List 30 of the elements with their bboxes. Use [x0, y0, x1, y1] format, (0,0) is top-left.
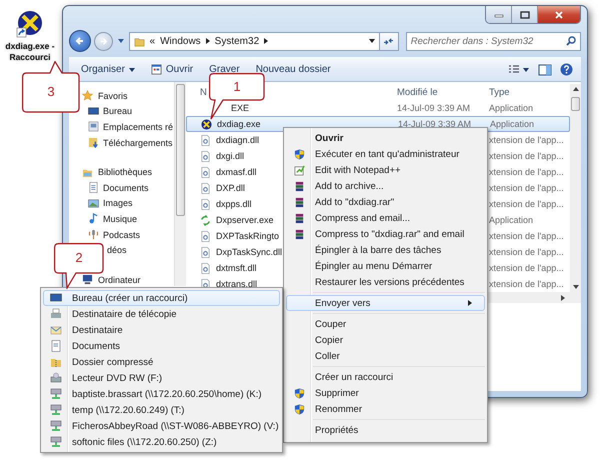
file-type: xtension de l'app... — [489, 263, 564, 273]
file-name: DxpTaskSync.dll — [216, 247, 282, 257]
file-type: xtension de l'app... — [489, 183, 564, 193]
file-type: xtension de l'app... — [489, 247, 564, 257]
file-type: xtension de l'app... — [489, 199, 564, 209]
file-name: dxtmsft.dll — [216, 263, 257, 273]
file-name: dxgi.dll — [216, 151, 244, 161]
file-date: 14-Jul-09 3:39 AM — [398, 119, 472, 129]
file-type: xtension de l'app... — [489, 231, 564, 241]
file-name: Dxpserver.exe — [216, 215, 274, 225]
shortcut-label: dxdiag.exe - Raccourci — [4, 41, 56, 63]
file-name: EXE — [231, 103, 250, 113]
file-name: dxmasf.dll — [216, 167, 257, 177]
file-type: Application — [489, 215, 534, 225]
file-name: DXP.dll — [216, 183, 245, 193]
callout-number: 1 — [233, 79, 241, 94]
file-type: xtension de l'app... — [489, 167, 564, 177]
callout-number: 3 — [47, 84, 55, 99]
file-type: xtension de l'app... — [489, 279, 564, 289]
file-name: dxtrans.dll — [216, 279, 258, 289]
callout-number: 2 — [75, 250, 83, 265]
file-type: xtension de l'app... — [489, 151, 564, 161]
file-name: dxdiagn.dll — [216, 135, 260, 145]
file-date: 14-Jul-09 3:39 AM — [397, 103, 470, 113]
file-name: DXPTaskRingto — [216, 231, 280, 241]
file-type: Application — [490, 119, 534, 129]
file-type: Application — [489, 103, 534, 113]
file-name: dxpps.dll — [216, 199, 252, 209]
file-type: xtension de l'app... — [489, 135, 564, 145]
file-name: dxdiag.exe — [217, 119, 261, 129]
